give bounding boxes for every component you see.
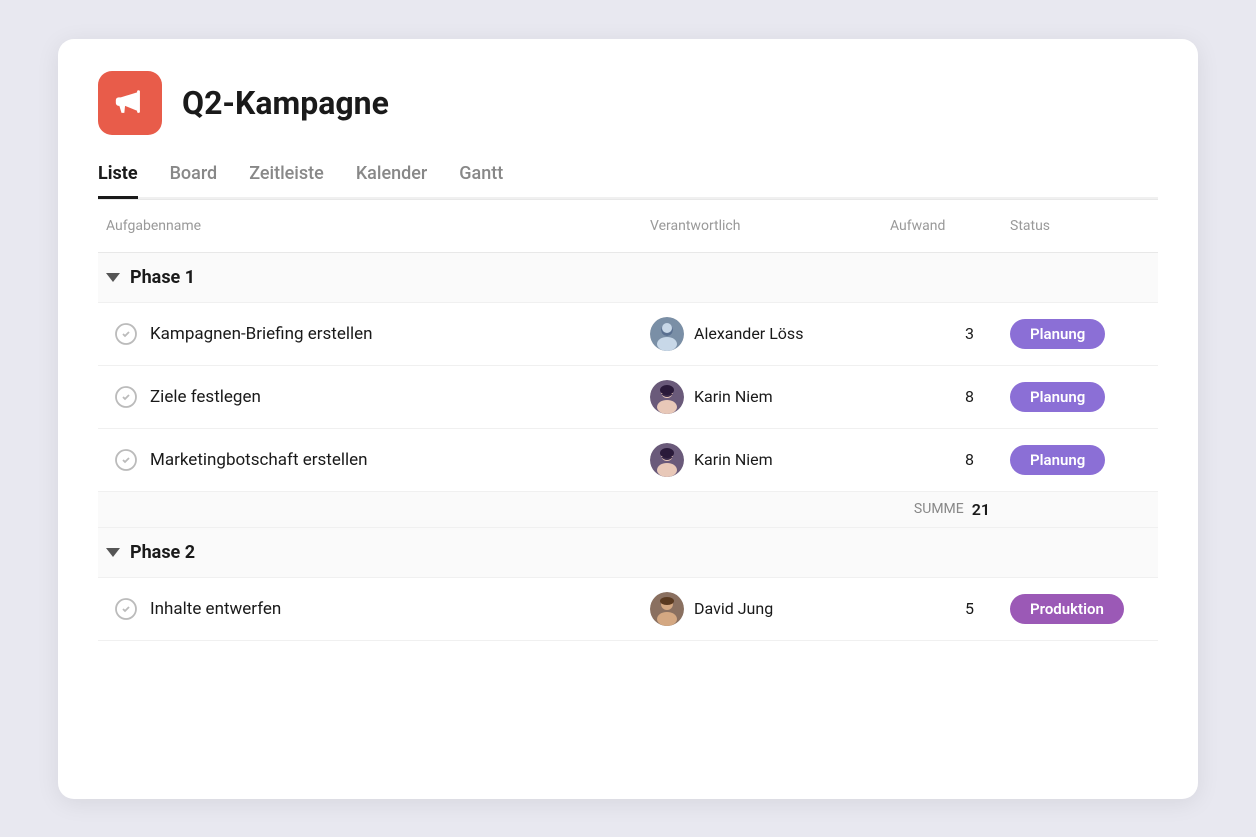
assignee-cell: Karin Niem xyxy=(638,380,878,414)
check-circle-icon xyxy=(114,322,138,346)
chevron-down-icon xyxy=(106,548,120,557)
col-effort: Aufwand xyxy=(878,210,998,242)
table-row: Ziele festlegen Karin Niem 8 Planung xyxy=(98,366,1158,429)
avatar xyxy=(650,443,684,477)
status-badge: Planung xyxy=(1010,319,1105,349)
tab-kalender[interactable]: Kalender xyxy=(356,163,427,199)
megaphone-icon xyxy=(113,86,147,120)
status-cell: Produktion xyxy=(998,594,1158,624)
col-task: Aufgabenname xyxy=(98,210,638,242)
avatar xyxy=(650,592,684,626)
phase-2-row[interactable]: Phase 2 xyxy=(98,528,1158,578)
status-badge: Planung xyxy=(1010,445,1105,475)
table-row: Kampagnen-Briefing erstellen Alexander L… xyxy=(98,303,1158,366)
summe-value: 21 xyxy=(972,500,990,519)
check-circle-icon xyxy=(114,448,138,472)
project-title: Q2-Kampagne xyxy=(182,84,389,122)
phase-1-label: Phase 1 xyxy=(98,267,638,288)
phase-2-label: Phase 2 xyxy=(98,542,638,563)
table-header: Aufgabenname Verantwortlich Aufwand Stat… xyxy=(98,199,1158,253)
tab-liste[interactable]: Liste xyxy=(98,163,138,199)
status-cell: Planung xyxy=(998,445,1158,475)
effort-cell: 8 xyxy=(878,387,998,406)
chevron-down-icon xyxy=(106,273,120,282)
project-icon xyxy=(98,71,162,135)
tab-bar: Liste Board Zeitleiste Kalender Gantt xyxy=(98,163,1158,199)
assignee-cell: Alexander Löss xyxy=(638,317,878,351)
status-cell: Planung xyxy=(998,319,1158,349)
tab-gantt[interactable]: Gantt xyxy=(459,163,503,199)
main-card: Q2-Kampagne Liste Board Zeitleiste Kalen… xyxy=(58,39,1198,799)
task-name: Kampagnen-Briefing erstellen xyxy=(98,322,638,346)
task-name: Ziele festlegen xyxy=(98,385,638,409)
check-circle-icon xyxy=(114,385,138,409)
table-row: Inhalte entwerfen David Jung 5 Produktio… xyxy=(98,578,1158,641)
effort-cell: 8 xyxy=(878,450,998,469)
avatar xyxy=(650,317,684,351)
col-status: Status xyxy=(998,210,1158,242)
phase-1-row[interactable]: Phase 1 xyxy=(98,253,1158,303)
effort-cell: 3 xyxy=(878,324,998,343)
avatar xyxy=(650,380,684,414)
task-name: Marketingbotschaft erstellen xyxy=(98,448,638,472)
status-cell: Planung xyxy=(998,382,1158,412)
summe-label: SUMME 21 xyxy=(878,500,998,519)
tab-zeitleiste[interactable]: Zeitleiste xyxy=(249,163,324,199)
check-circle-icon xyxy=(114,597,138,621)
summe-row: SUMME 21 xyxy=(98,492,1158,528)
tab-board[interactable]: Board xyxy=(170,163,218,199)
project-header: Q2-Kampagne xyxy=(98,71,1158,135)
effort-cell: 5 xyxy=(878,599,998,618)
task-name: Inhalte entwerfen xyxy=(98,597,638,621)
status-badge: Produktion xyxy=(1010,594,1124,624)
assignee-cell: Karin Niem xyxy=(638,443,878,477)
assignee-cell: David Jung xyxy=(638,592,878,626)
status-badge: Planung xyxy=(1010,382,1105,412)
table-row: Marketingbotschaft erstellen Karin Niem … xyxy=(98,429,1158,492)
col-assignee: Verantwortlich xyxy=(638,210,878,242)
